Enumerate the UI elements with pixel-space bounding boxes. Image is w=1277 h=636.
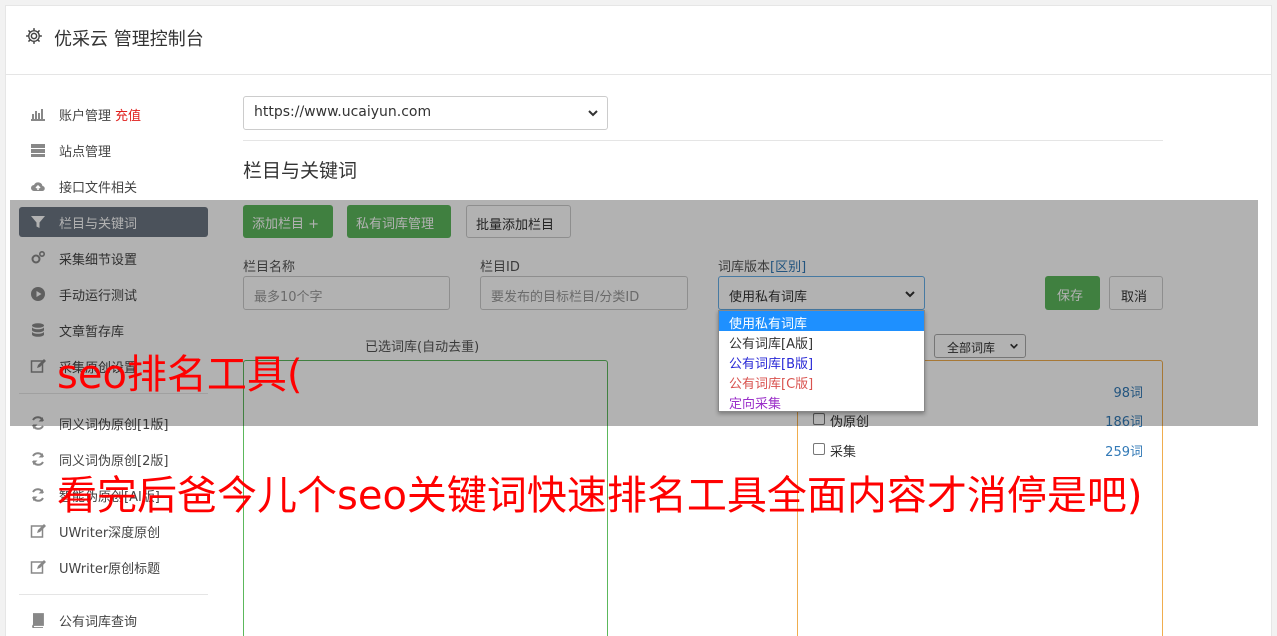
sidebar-item-label: 公有词库查询 — [59, 615, 138, 630]
server-icon — [31, 144, 45, 157]
lib-count: 259词 — [1105, 445, 1143, 460]
sidebar-item-uwriter-title[interactable]: UWriter原创标题 — [19, 552, 208, 582]
sidebar-divider — [19, 594, 208, 595]
edit-icon — [30, 560, 46, 574]
recharge-link[interactable]: 充值 — [115, 109, 141, 124]
header: 优采云 管理控制台 — [6, 6, 1271, 75]
sidebar-item-label: 账户管理 — [59, 109, 112, 124]
sidebar-item-public-lib[interactable]: 公有词库查询 — [19, 605, 208, 635]
site-select[interactable]: https://www.ucaiyun.com — [243, 96, 608, 130]
site-select-value: https://www.ucaiyun.com — [254, 104, 432, 120]
dropdown-option-public-a[interactable]: 公有词库[A版] — [719, 331, 924, 352]
sidebar-item-sites[interactable]: 站点管理 — [19, 135, 208, 165]
page-title: 优采云 管理控制台 — [54, 29, 204, 50]
dropdown-option-directed[interactable]: 定向采集 — [719, 391, 924, 412]
lib-name: 采集 — [830, 445, 857, 460]
section-title: 栏目与关键词 — [243, 160, 358, 182]
section-divider — [243, 140, 1163, 141]
sidebar-item-account[interactable]: 账户管理 充值 — [19, 99, 208, 129]
dropdown-option-private[interactable]: 使用私有词库 — [719, 311, 924, 332]
dropdown-option-public-c[interactable]: 公有词库[C版] — [719, 371, 924, 392]
overlay-caption-2: 看完后爸今儿个seo关键词快速排名工具全面内容才消停是吧) — [57, 473, 1143, 519]
edit-icon — [30, 524, 46, 538]
sidebar-item-interface[interactable]: 接口文件相关 — [19, 171, 208, 201]
sidebar-item-label: UWriter原创标题 — [59, 562, 161, 577]
sidebar-item-label: 站点管理 — [59, 145, 112, 160]
gear-icon — [26, 28, 42, 44]
lib-checkbox[interactable] — [813, 443, 825, 455]
sidebar-item-label: UWriter深度原创 — [59, 526, 161, 541]
sidebar-item-label: 接口文件相关 — [59, 181, 138, 196]
bar-chart-icon — [31, 109, 45, 121]
list-item[interactable]: 采集 259词 — [813, 440, 1143, 460]
refresh-icon — [32, 452, 44, 466]
overlay-caption-1: seo排名工具( — [57, 352, 303, 398]
cloud-upload-icon — [31, 182, 45, 192]
book-icon — [32, 613, 44, 628]
refresh-icon — [32, 488, 44, 502]
chevron-down-icon — [588, 110, 598, 117]
dropdown-option-public-b[interactable]: 公有词库[B版] — [719, 351, 924, 372]
lib-version-dropdown: 使用私有词库 公有词库[A版] 公有词库[B版] 公有词库[C版] 定向采集 — [718, 310, 925, 412]
